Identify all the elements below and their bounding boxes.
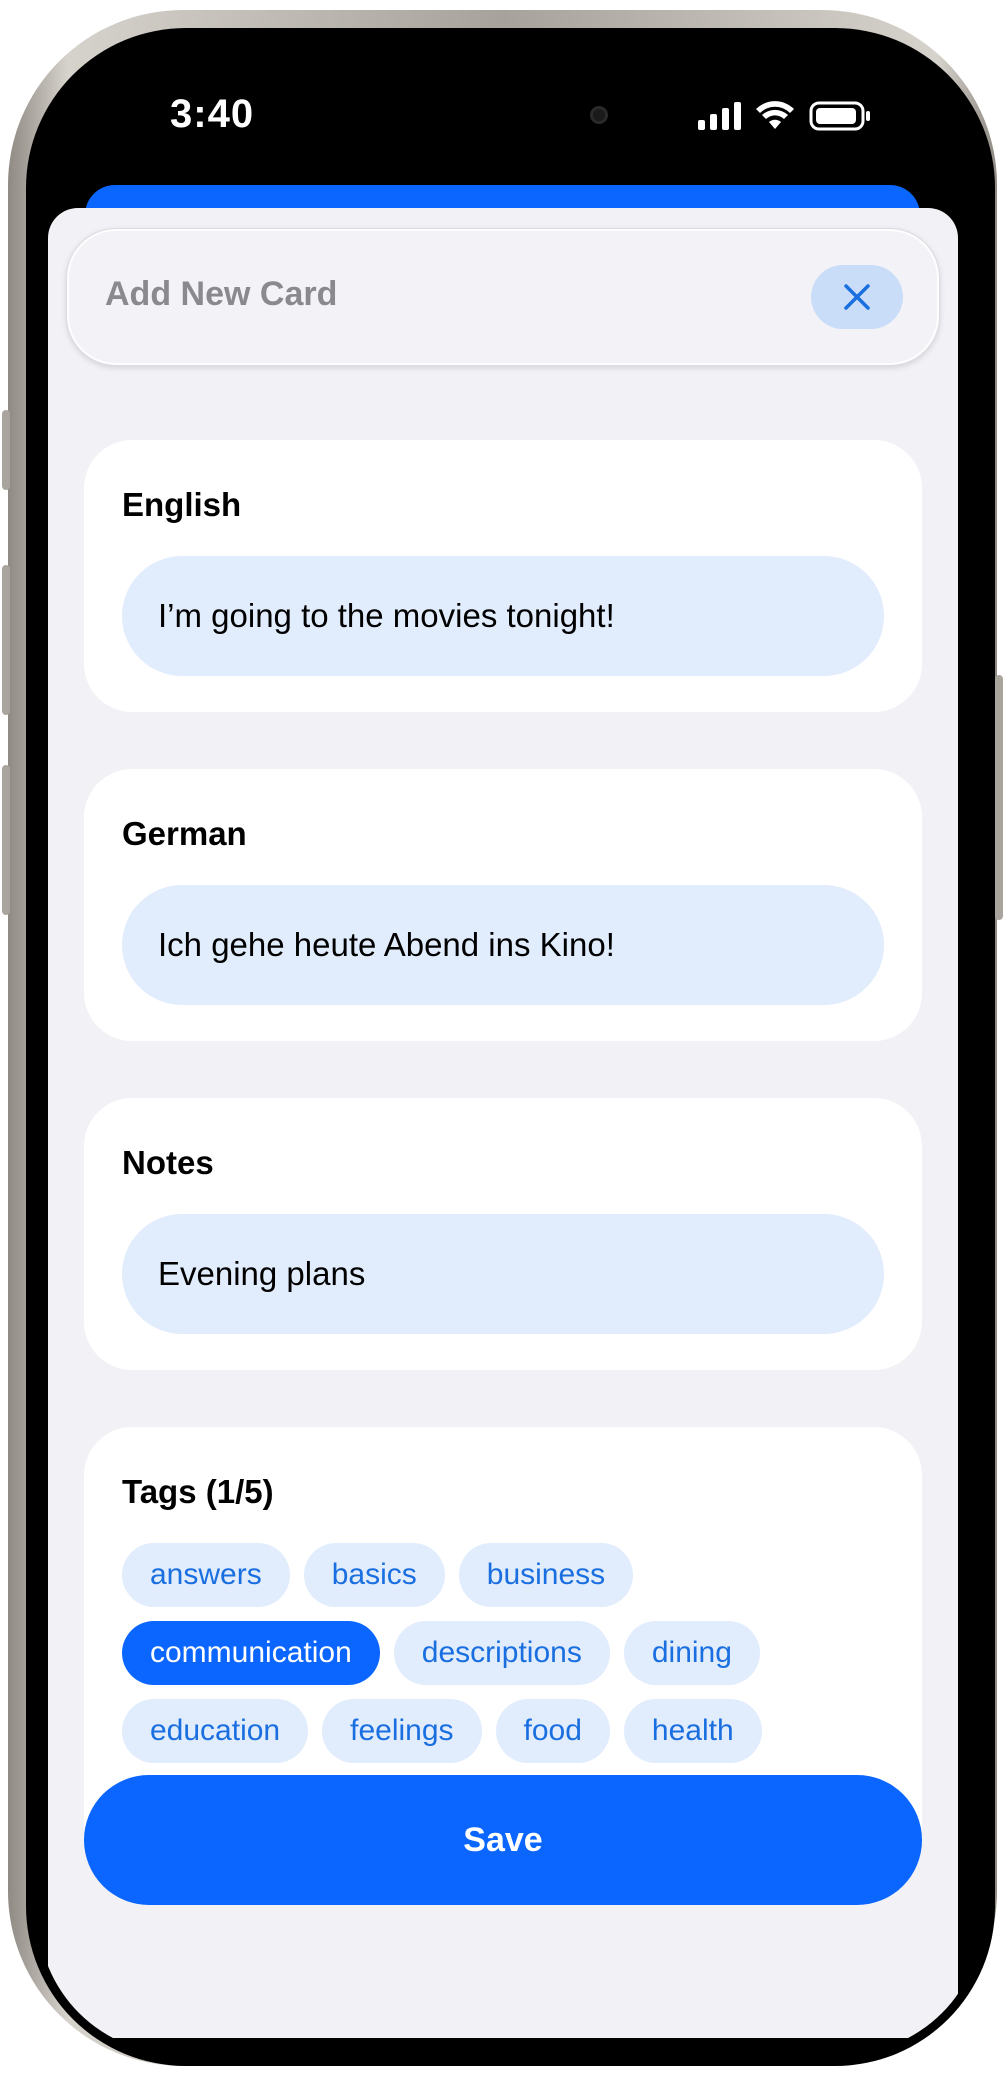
tag-chip[interactable]: descriptions xyxy=(393,1621,610,1685)
sheet-header: Add New Card xyxy=(66,228,940,366)
screen: 3:40 Add New Card English I’m going to t… xyxy=(38,40,983,2054)
status-icons xyxy=(698,98,871,134)
tag-chip[interactable]: feelings xyxy=(322,1699,482,1763)
close-button[interactable] xyxy=(811,265,903,329)
action-button xyxy=(2,410,10,490)
status-time: 3:40 xyxy=(170,92,255,136)
power-button xyxy=(995,675,1003,920)
tag-chip[interactable]: food xyxy=(495,1699,610,1763)
tag-chip[interactable]: education xyxy=(122,1699,309,1763)
front-camera-icon xyxy=(590,106,608,124)
sheet-title: Add New Card xyxy=(105,275,338,313)
tag-chip[interactable]: basics xyxy=(303,1543,445,1607)
battery-icon xyxy=(809,101,871,131)
english-label: English xyxy=(122,486,242,523)
notes-input[interactable] xyxy=(122,1214,884,1334)
save-button[interactable]: Save xyxy=(84,1775,922,1905)
tag-chip[interactable]: answers xyxy=(122,1543,290,1607)
english-input[interactable] xyxy=(122,556,884,676)
english-card: English xyxy=(84,440,922,712)
close-icon xyxy=(844,284,870,310)
volume-down-button xyxy=(2,765,10,915)
wifi-icon xyxy=(755,101,795,131)
tags-card: Tags (1/5) answers basics business commu… xyxy=(84,1427,922,1827)
tag-chip[interactable]: business xyxy=(458,1543,634,1607)
cellular-signal-icon xyxy=(698,102,741,130)
notes-card: Notes xyxy=(84,1098,922,1370)
german-label: German xyxy=(122,815,247,852)
volume-up-button xyxy=(2,565,10,715)
tag-chip[interactable]: dining xyxy=(623,1621,760,1685)
tag-chip[interactable]: health xyxy=(623,1699,762,1763)
german-card: German xyxy=(84,769,922,1041)
tags-label: Tags (1/5) xyxy=(122,1473,274,1510)
tags-list: answers basics business communication de… xyxy=(122,1543,902,1763)
add-card-sheet: Add New Card English German Notes Tags (… xyxy=(48,208,958,2038)
german-input[interactable] xyxy=(122,885,884,1005)
tag-chip-selected[interactable]: communication xyxy=(122,1621,380,1685)
notes-label: Notes xyxy=(122,1144,214,1181)
